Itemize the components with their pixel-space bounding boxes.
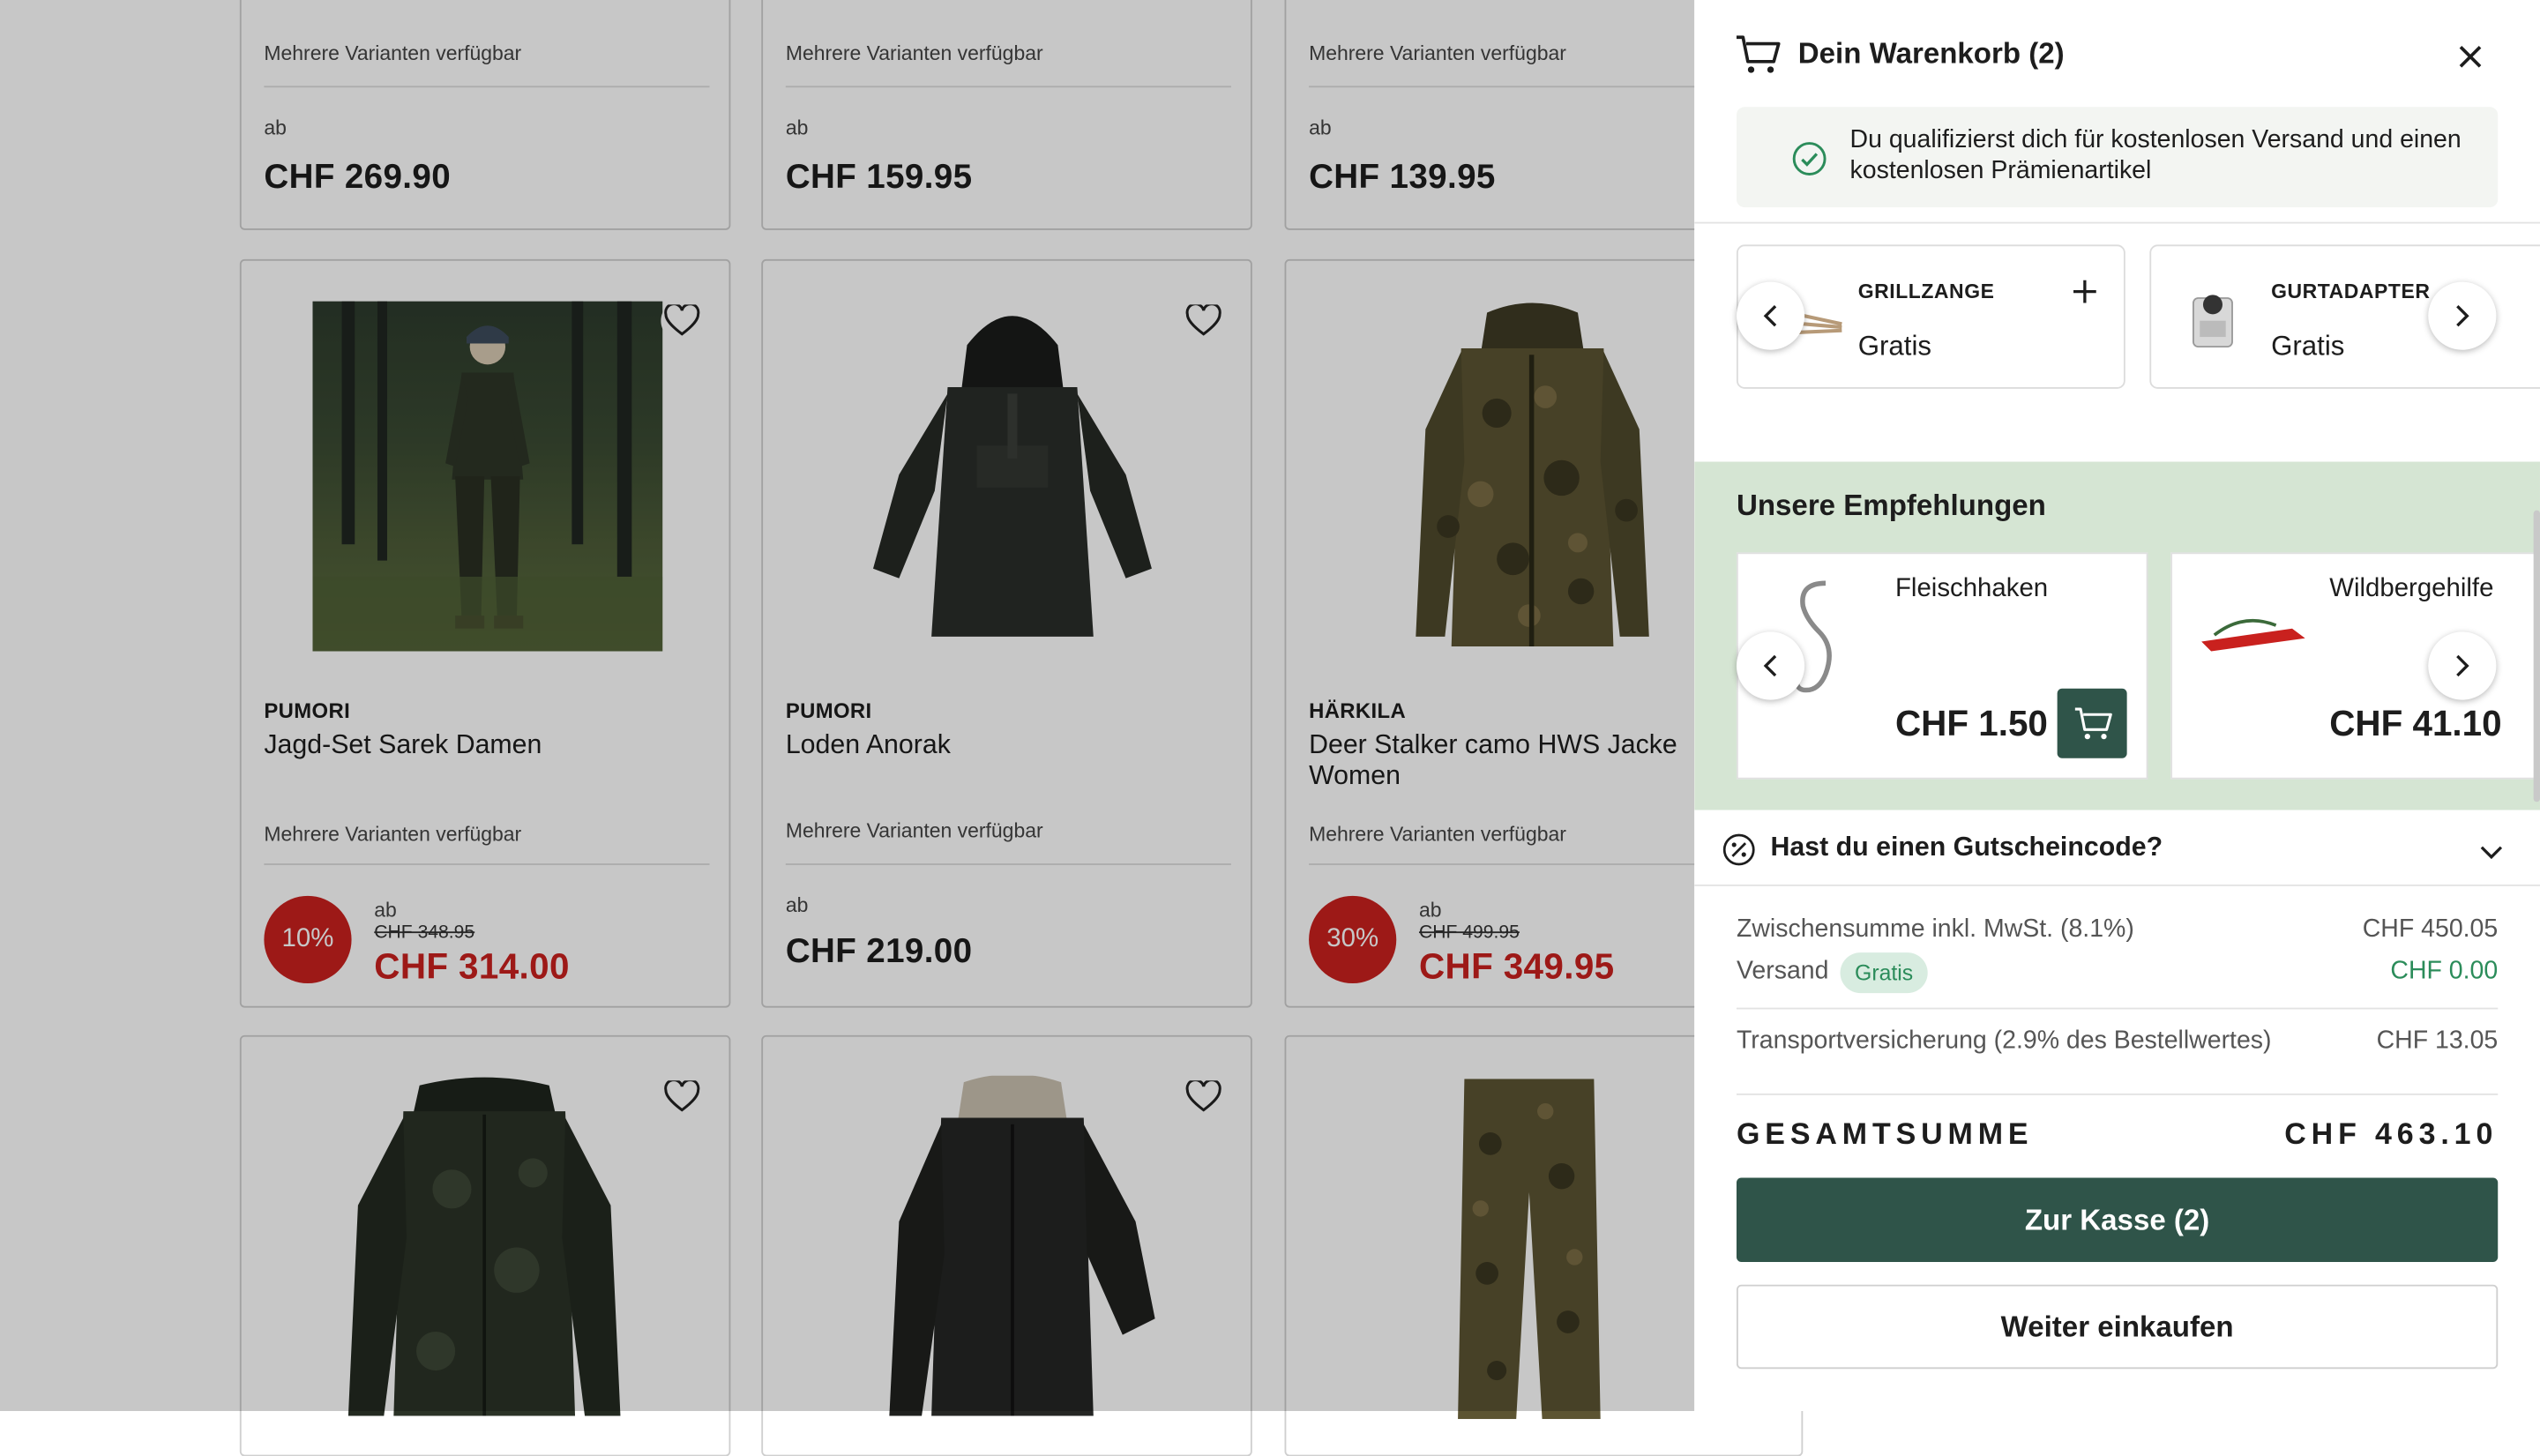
- total-value: CHF 463.10: [2284, 1116, 2499, 1151]
- insurance-value: CHF 13.05: [2376, 1027, 2499, 1055]
- shipping-label: Versand: [1736, 957, 1829, 985]
- cart-icon: [1735, 34, 1781, 85]
- gift-name: GRILLZANGE: [1857, 280, 1995, 303]
- divider: [1736, 1007, 2499, 1010]
- close-icon[interactable]: [2453, 39, 2488, 74]
- discount-percent-icon: [1722, 833, 1756, 875]
- free-shipping-notice: Du qualifizierst dich für kostenlosen Ve…: [1736, 107, 2499, 208]
- insurance-label: Transportversicherung (2.9% des Bestellw…: [1736, 1027, 2272, 1055]
- divider: [1736, 1093, 2499, 1095]
- coupon-toggle[interactable]: Hast du einen Gutscheincode?: [1771, 833, 2163, 863]
- check-circle-icon: [1791, 141, 1827, 185]
- gift-name: GURTADAPTER: [2271, 280, 2431, 303]
- carousel-next-icon[interactable]: [2428, 281, 2497, 350]
- recommendation-name: Wildbergehilfe: [2329, 575, 2494, 603]
- belt-adapter-icon: [2184, 288, 2242, 362]
- scrollbar[interactable]: [2533, 510, 2540, 803]
- divider: [1694, 884, 2540, 886]
- total-label: GESAMTSUMME: [1736, 1116, 2034, 1151]
- recommendations-title: Unsere Empfehlungen: [1736, 489, 2046, 522]
- carousel-prev-icon[interactable]: [1736, 631, 1805, 700]
- cart-title: Dein Warenkorb (2): [1797, 37, 2065, 70]
- carousel-next-icon[interactable]: [2428, 631, 2497, 700]
- viewport: Mehrere Varianten verfügbar ab CHF 269.9…: [0, 0, 2540, 1456]
- subtotal-value: CHF 450.05: [2362, 915, 2499, 944]
- cart-drawer: Dein Warenkorb (2) Du qualifizierst dich…: [1694, 0, 2540, 1412]
- continue-shopping-button[interactable]: Weiter einkaufen: [1736, 1284, 2499, 1370]
- recommendation-price: CHF 41.10: [2329, 703, 2502, 744]
- recommendation-name: Fleischhaken: [1894, 575, 2049, 603]
- carousel-prev-icon[interactable]: [1736, 281, 1805, 350]
- drag-strap-icon: [2195, 602, 2312, 676]
- subtotal-label: Zwischensumme inkl. MwSt. (8.1%): [1736, 915, 2134, 944]
- recommendation-price: CHF 1.50: [1894, 703, 2048, 744]
- plus-icon[interactable]: [2072, 279, 2097, 313]
- chevron-down-icon[interactable]: [2480, 840, 2503, 869]
- shipping-value: CHF 0.00: [2390, 957, 2499, 985]
- checkout-button[interactable]: Zur Kasse (2): [1736, 1177, 2499, 1262]
- gift-price: Gratis: [2271, 330, 2345, 362]
- modal-overlay[interactable]: [0, 0, 1695, 1412]
- gift-price: Gratis: [1857, 330, 1932, 362]
- page: Mehrere Varianten verfügbar ab CHF 269.9…: [0, 0, 2540, 1456]
- shipping-free-badge: Gratis: [1840, 952, 1928, 994]
- cart-icon: [2073, 706, 2111, 739]
- divider: [1694, 221, 2540, 224]
- add-to-cart-button[interactable]: [2057, 688, 2127, 758]
- free-shipping-text: Du qualifizierst dich für kostenlosen Ve…: [1849, 126, 2462, 185]
- recommendations-section: Unsere Empfehlungen Fleischhaken CHF 1.5…: [1694, 461, 2540, 810]
